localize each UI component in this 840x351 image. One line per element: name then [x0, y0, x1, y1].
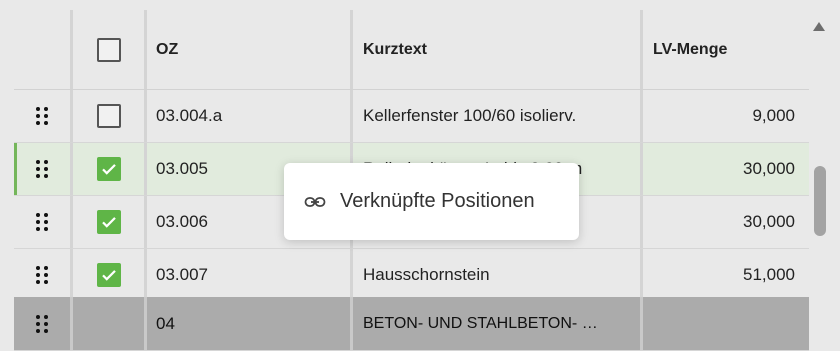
header-lv-menge[interactable]: LV-Menge: [643, 10, 809, 89]
cell-kurztext: BETON- UND STAHLBETON- …: [353, 297, 643, 350]
check-icon: [101, 270, 116, 281]
cell-oz: 04: [147, 297, 353, 350]
menu-item-verknuepfte-positionen[interactable]: Verknüpfte Positionen: [340, 190, 535, 213]
cell-lv-menge: 30,000: [743, 212, 795, 231]
row-checkbox[interactable]: [96, 263, 121, 287]
table-row-group[interactable]: 04 BETON- UND STAHLBETON- …: [14, 297, 809, 351]
drag-handle-icon: [36, 213, 48, 231]
grid-header: OZ Kurztext LV-Menge: [14, 10, 809, 90]
drag-handle-icon: [36, 314, 48, 333]
row-checkbox[interactable]: [96, 157, 121, 181]
cell-kurztext: Kellerfenster 100/60 isolierv.: [353, 90, 643, 142]
cell-lv-menge: [643, 297, 809, 350]
header-oz[interactable]: OZ: [147, 10, 353, 89]
drag-handle-icon: [36, 160, 48, 178]
cell-lv-menge: 30,000: [743, 159, 795, 178]
header-kurztext[interactable]: Kurztext: [353, 10, 643, 89]
drag-handle[interactable]: [14, 196, 73, 248]
drag-handle[interactable]: [14, 143, 73, 195]
row-checkbox[interactable]: [96, 210, 121, 234]
check-icon: [101, 217, 116, 228]
drag-handle-icon: [36, 266, 48, 284]
select-all-checkbox[interactable]: [96, 37, 121, 62]
link-icon: [304, 195, 326, 209]
row-checkbox[interactable]: [96, 104, 121, 128]
cell-kurztext: Hausschornstein: [353, 249, 643, 301]
table-row[interactable]: 03.007 Hausschornstein 51,000: [14, 249, 809, 302]
cell-lv-menge: 9,000: [752, 106, 795, 125]
scroll-up-arrow-icon[interactable]: [813, 22, 825, 31]
cell-lv-menge: 51,000: [743, 265, 795, 284]
header-drag-column: [14, 10, 73, 89]
drag-handle[interactable]: [14, 297, 73, 350]
cell-oz: 03.007: [147, 249, 353, 301]
drag-handle[interactable]: [14, 90, 73, 142]
drag-handle[interactable]: [14, 249, 73, 301]
header-select-all[interactable]: [73, 10, 147, 89]
cell-oz: 03.004.a: [147, 90, 353, 142]
scrollbar-thumb[interactable]: [814, 166, 826, 236]
table-row[interactable]: 03.004.a Kellerfenster 100/60 isolierv. …: [14, 90, 809, 143]
check-icon: [101, 164, 116, 175]
drag-handle-icon: [36, 107, 48, 125]
context-menu: Verknüpfte Positionen: [284, 163, 579, 240]
